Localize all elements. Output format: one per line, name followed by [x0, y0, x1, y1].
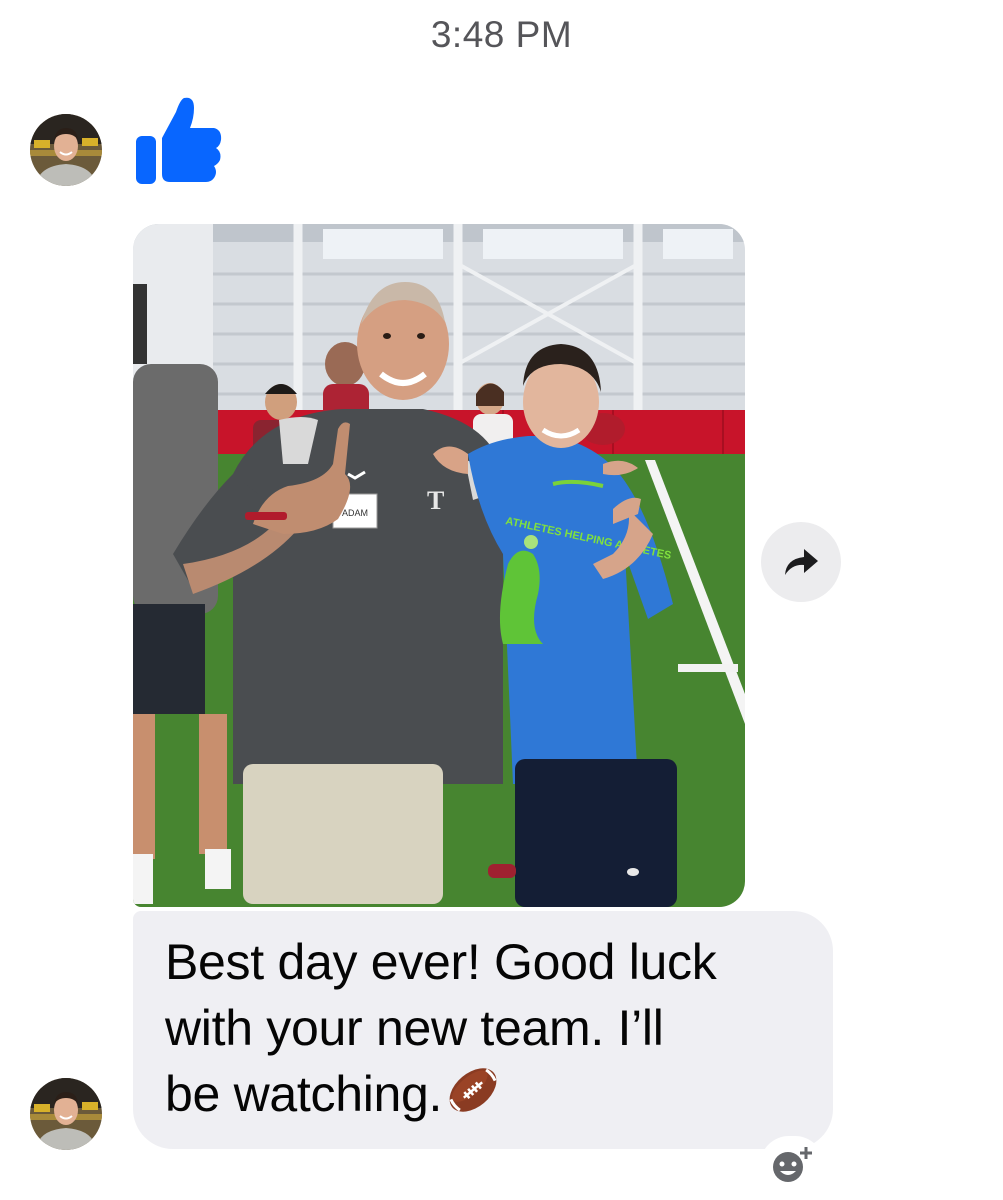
add-reaction-button[interactable]	[760, 1136, 824, 1194]
sender-avatar[interactable]	[30, 114, 102, 186]
message-text: Best day ever! Good luck with your new t…	[165, 929, 803, 1135]
svg-text:ADAM: ADAM	[342, 508, 368, 518]
share-button[interactable]	[761, 522, 841, 602]
sender-avatar[interactable]	[30, 1078, 102, 1150]
message-timestamp: 3:48 PM	[430, 14, 573, 55]
football-emoji	[444, 1061, 502, 1135]
thumbs-up-icon	[132, 92, 224, 186]
svg-text:T: T	[427, 486, 444, 515]
shared-photo[interactable]: ADAM T ATHLETES HELPING ATHLETES	[133, 224, 745, 907]
message-bubble[interactable]: Best day ever! Good luck with your new t…	[133, 911, 833, 1149]
share-arrow-icon	[785, 549, 818, 575]
add-reaction-icon	[773, 1147, 812, 1182]
